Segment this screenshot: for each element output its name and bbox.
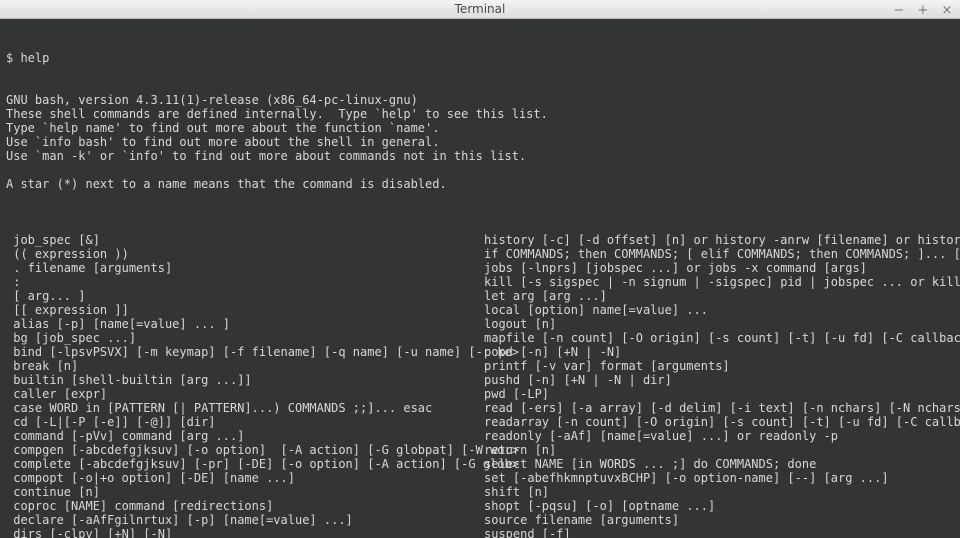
help-right-line: history [-c] [-d offset] [n] or history …	[484, 233, 960, 247]
prompt-symbol: $	[6, 51, 20, 65]
help-left-line: compopt [-o|+o option] [-DE] [name ...]	[6, 471, 484, 485]
help-left-line: job_spec [&]	[6, 233, 484, 247]
help-header-line	[6, 191, 954, 205]
help-left-line: bg [job_spec ...]	[6, 331, 484, 345]
minimize-button[interactable]: −	[892, 4, 906, 18]
help-right-line: local [option] name[=value] ...	[484, 303, 960, 317]
help-right-line: readonly [-aAf] [name[=value] ...] or re…	[484, 429, 960, 443]
help-left-line: :	[6, 275, 484, 289]
help-header-line: A star (*) next to a name means that the…	[6, 177, 954, 191]
help-left-line: compgen [-abcdefgjksuv] [-o option] [-A …	[6, 443, 484, 457]
help-right-line: set [-abefhkmnptuvxBCHP] [-o option-name…	[484, 471, 960, 485]
help-right-line: pwd [-LP]	[484, 387, 960, 401]
help-right-line: mapfile [-n count] [-O origin] [-s count…	[484, 331, 960, 345]
help-right-line: let arg [arg ...]	[484, 289, 960, 303]
help-left-line: command [-pVv] command [arg ...]	[6, 429, 484, 443]
help-right-line: read [-ers] [-a array] [-d delim] [-i te…	[484, 401, 960, 415]
help-left-line: case WORD in [PATTERN [| PATTERN]...) CO…	[6, 401, 484, 415]
help-columns: job_spec [&] (( expression )) . filename…	[6, 233, 954, 538]
help-right-line: popd [-n] [+N | -N]	[484, 345, 960, 359]
terminal-window: Terminal − + × $ help GNU bash, version …	[0, 0, 960, 538]
help-right-line: printf [-v var] format [arguments]	[484, 359, 960, 373]
entered-command: help	[20, 51, 49, 65]
maximize-button[interactable]: +	[916, 4, 930, 18]
help-header-line: GNU bash, version 4.3.11(1)-release (x86…	[6, 93, 954, 107]
window-title: Terminal	[0, 2, 960, 16]
help-right-line: kill [-s sigspec | -n signum | -sigspec]…	[484, 275, 960, 289]
help-right-line: source filename [arguments]	[484, 513, 960, 527]
help-right-line: pushd [-n] [+N | -N | dir]	[484, 373, 960, 387]
help-left-line: declare [-aAfFgilnrtux] [-p] [name[=valu…	[6, 513, 484, 527]
help-right-line: if COMMANDS; then COMMANDS; [ elif COMMA…	[484, 247, 960, 261]
help-column-left: job_spec [&] (( expression )) . filename…	[6, 233, 484, 538]
help-left-line: break [n]	[6, 359, 484, 373]
help-left-line: (( expression ))	[6, 247, 484, 261]
help-left-line: dirs [-clpv] [+N] [-N]	[6, 527, 484, 538]
help-header: GNU bash, version 4.3.11(1)-release (x86…	[6, 93, 954, 205]
help-right-line: suspend [-f]	[484, 527, 960, 538]
help-left-line: cd [-L|[-P [-e]] [-@]] [dir]	[6, 415, 484, 429]
help-left-line: [ arg... ]	[6, 289, 484, 303]
help-right-line: readarray [-n count] [-O origin] [-s cou…	[484, 415, 960, 429]
terminal-viewport[interactable]: $ help GNU bash, version 4.3.11(1)-relea…	[0, 19, 960, 538]
help-right-line: jobs [-lnprs] [jobspec ...] or jobs -x c…	[484, 261, 960, 275]
help-left-line: bind [-lpsvPSVX] [-m keymap] [-f filenam…	[6, 345, 484, 359]
help-left-line: coproc [NAME] command [redirections]	[6, 499, 484, 513]
help-header-line: Use `man -k' or `info' to find out more …	[6, 149, 954, 163]
help-right-line: select NAME [in WORDS ... ;] do COMMANDS…	[484, 457, 960, 471]
help-column-right: history [-c] [-d offset] [n] or history …	[484, 233, 960, 538]
help-header-line: Use `info bash' to find out more about t…	[6, 135, 954, 149]
help-header-line: These shell commands are defined interna…	[6, 107, 954, 121]
window-controls: − + ×	[892, 0, 954, 22]
help-left-line: complete [-abcdefgjksuv] [-pr] [-DE] [-o…	[6, 457, 484, 471]
help-left-line: continue [n]	[6, 485, 484, 499]
help-right-line: return [n]	[484, 443, 960, 457]
help-left-line: [[ expression ]]	[6, 303, 484, 317]
help-header-line: Type `help name' to find out more about …	[6, 121, 954, 135]
help-left-line: alias [-p] [name[=value] ... ]	[6, 317, 484, 331]
help-right-line: shopt [-pqsu] [-o] [optname ...]	[484, 499, 960, 513]
help-left-line: . filename [arguments]	[6, 261, 484, 275]
help-right-line: logout [n]	[484, 317, 960, 331]
prompt-line: $ help	[6, 51, 954, 65]
help-header-line	[6, 163, 954, 177]
help-left-line: builtin [shell-builtin [arg ...]]	[6, 373, 484, 387]
titlebar[interactable]: Terminal − + ×	[0, 0, 960, 19]
close-button[interactable]: ×	[940, 4, 954, 18]
help-left-line: caller [expr]	[6, 387, 484, 401]
help-right-line: shift [n]	[484, 485, 960, 499]
